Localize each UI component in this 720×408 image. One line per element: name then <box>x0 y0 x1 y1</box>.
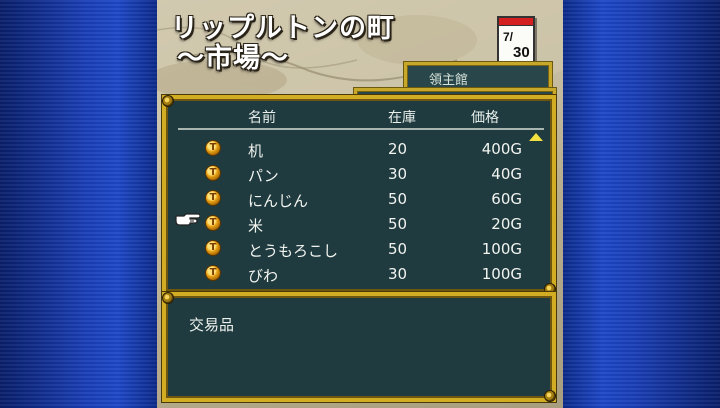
item-stock: 30 <box>388 165 408 183</box>
item-name: パン <box>248 167 279 185</box>
item-price: 20G <box>491 215 522 233</box>
item-name: 米 <box>248 217 264 235</box>
description-window: 交易品 <box>162 292 556 402</box>
pointing-hand-cursor <box>175 213 200 226</box>
rivet-icon <box>544 390 556 402</box>
market-list-window: 名前 在庫 価格 T 机 20 400G T パン 30 40G T にんじん … <box>162 95 556 295</box>
coin-icon: T <box>205 190 221 206</box>
column-header-name: 名前 <box>248 110 276 126</box>
item-stock: 50 <box>388 215 408 233</box>
market-item-row[interactable]: T とうもろこし 50 100G <box>166 237 552 262</box>
rivet-icon <box>162 95 174 107</box>
item-name: にんじん <box>248 192 309 210</box>
calendar-icon: 7/ 30 <box>497 16 535 68</box>
item-name: 机 <box>248 142 264 160</box>
item-price: 100G <box>481 265 522 283</box>
calendar-header-bar <box>499 18 533 26</box>
market-item-row[interactable]: T 机 20 400G <box>166 137 552 162</box>
coin-icon: T <box>205 215 221 231</box>
right-pillarbox <box>563 0 720 408</box>
market-subtitle: ～市場～ <box>177 43 289 74</box>
coin-icon: T <box>205 240 221 256</box>
item-name: びわ <box>248 267 279 285</box>
back-window-label: 領主館 <box>429 73 469 88</box>
header-divider <box>178 128 544 130</box>
item-stock: 50 <box>388 240 408 258</box>
market-item-row[interactable]: T パン 30 40G <box>166 162 552 187</box>
item-stock: 20 <box>388 140 408 158</box>
location-title: リップルトンの町 ～市場～ <box>171 14 395 74</box>
coin-icon: T <box>205 140 221 156</box>
calendar-month: 7/ <box>503 30 514 44</box>
item-price: 40G <box>491 165 522 183</box>
item-category-label: 交易品 <box>189 316 235 334</box>
item-price: 60G <box>491 190 522 208</box>
column-header-stock: 在庫 <box>388 110 416 126</box>
item-stock: 50 <box>388 190 408 208</box>
calendar-day: 30 <box>513 44 530 61</box>
coin-icon: T <box>205 265 221 281</box>
item-name: とうもろこし <box>248 242 339 260</box>
column-header-price: 価格 <box>471 110 499 126</box>
left-pillarbox <box>0 0 157 408</box>
coin-icon: T <box>205 165 221 181</box>
market-item-row[interactable]: T にんじん 50 60G <box>166 187 552 212</box>
market-item-row[interactable]: T びわ 30 100G <box>166 262 552 287</box>
item-price: 400G <box>481 140 522 158</box>
town-name: リップルトンの町 <box>171 13 395 44</box>
item-price: 100G <box>481 240 522 258</box>
game-screen: リップルトンの町 ～市場～ 7/ 30 領主館 名前 在庫 価格 T 机 20 … <box>157 0 563 408</box>
market-item-row-selected[interactable]: T 米 50 20G <box>166 212 552 237</box>
rivet-icon <box>162 292 174 304</box>
calendar-date: 7/ 30 <box>503 30 530 60</box>
item-stock: 30 <box>388 265 408 283</box>
